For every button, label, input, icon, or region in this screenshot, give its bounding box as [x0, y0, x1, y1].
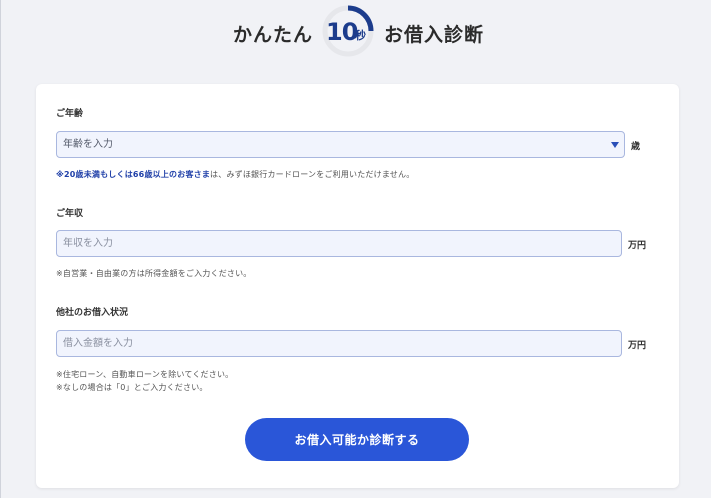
income-input[interactable] [56, 230, 622, 257]
timer-badge: 10 秒 [322, 5, 374, 57]
other-loans-unit: 万円 [628, 341, 647, 351]
dropdown-arrow-icon [611, 142, 619, 148]
age-select-value: 年齢を入力 [63, 139, 113, 150]
page-left-border [0, 0, 1, 498]
age-note-text: は、みずほ銀行カードローンをご利用いただけません。 [210, 170, 415, 179]
income-unit: 万円 [628, 241, 647, 251]
timer-unit: 秒 [355, 29, 366, 42]
other-loans-label: 他社のお借入状況 [56, 308, 129, 318]
age-note: ※20歳未満もしくは66歳以上のお客さまは、みずほ銀行カードローンをご利用いただ… [56, 169, 414, 180]
age-note-highlight: ※20歳未満もしくは66歳以上のお客さま [56, 170, 211, 179]
income-note: ※自営業・自由業の方は所得金額をご入力ください。 [56, 269, 252, 278]
age-label: ご年齢 [56, 109, 84, 119]
other-loans-note-1: ※住宅ローン、自動車ローンを除いてください。 [56, 370, 234, 379]
other-loans-note-2: ※なしの場合は「0」とご入力ください。 [56, 383, 208, 392]
title-suffix: お借入診断 [384, 24, 485, 46]
page-header: かんたん 10 秒 お借入診断 [0, 0, 711, 70]
age-select[interactable]: 年齢を入力 [56, 131, 625, 158]
age-unit: 歳 [631, 142, 641, 152]
diagnose-button[interactable]: お借入可能か診断する [245, 418, 469, 461]
other-loans-input[interactable] [56, 330, 622, 357]
diagnosis-form-card: ご年齢 年齢を入力 歳 ※20歳未満もしくは66歳以上のお客さまは、みずほ銀行カ… [36, 84, 679, 488]
income-label: ご年収 [56, 209, 84, 219]
timer-number: 10 [326, 18, 358, 46]
title-prefix: かんたん [233, 24, 314, 46]
